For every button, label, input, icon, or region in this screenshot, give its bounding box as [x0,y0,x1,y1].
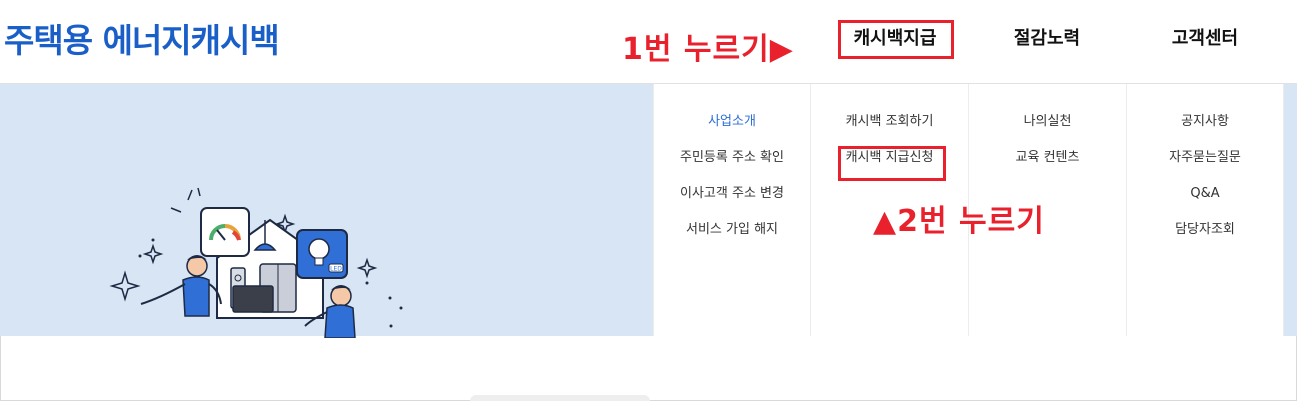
menu-item-education-content[interactable]: 교육 컨텐츠 [969,149,1126,185]
person-body-2 [324,304,356,338]
bottom-tab-hint [470,395,650,401]
menu-item-my-practice[interactable]: 나의실천 [969,113,1126,149]
lightbulb-icon [308,238,330,260]
annotation-step-1: 1번 누르기▶ [622,32,794,67]
nav-customer-center[interactable]: 고객센터 [1148,24,1262,50]
menu-item-cashback-inquiry[interactable]: 캐시백 조회하기 [811,113,968,149]
menu-column-business: 사업소개 주민등록 주소 확인 이사고객 주소 변경 서비스 가입 해지 [653,84,811,336]
annotation-step-2: ▲2번 누르기 [873,204,1045,239]
menu-item-service-cancel[interactable]: 서비스 가입 해지 [654,221,810,257]
tv-icon [232,285,274,313]
site-header: 주택용 에너지캐시백 1번 누르기▶ 캐시백지급 절감노력 고객센터 [0,0,1297,84]
person-body [182,276,210,317]
energy-home-illustration: LED [109,187,403,338]
menu-item-faq[interactable]: 자주묻는질문 [1127,149,1283,185]
led-label: LED [330,266,342,273]
menu-item-business-intro[interactable]: 사업소개 [654,113,810,149]
menu-item-staff-lookup[interactable]: 담당자조회 [1127,221,1283,257]
menu-item-qna[interactable]: Q&A [1127,185,1283,221]
menu-item-notice[interactable]: 공지사항 [1127,113,1283,149]
menu-column-support: 공지사항 자주묻는질문 Q&A 담당자조회 [1127,84,1284,336]
menu-item-address-change[interactable]: 이사고객 주소 변경 [654,185,810,221]
gauge-card [200,207,250,257]
menu-item-address-check[interactable]: 주민등록 주소 확인 [654,149,810,185]
nav-saving-effort[interactable]: 절감노력 [990,24,1104,50]
menu-right-strip [1284,84,1297,336]
annotation-box-step-2 [838,146,946,181]
annotation-box-step-1 [838,20,954,59]
site-logo[interactable]: 주택용 에너지캐시백 [4,14,280,62]
